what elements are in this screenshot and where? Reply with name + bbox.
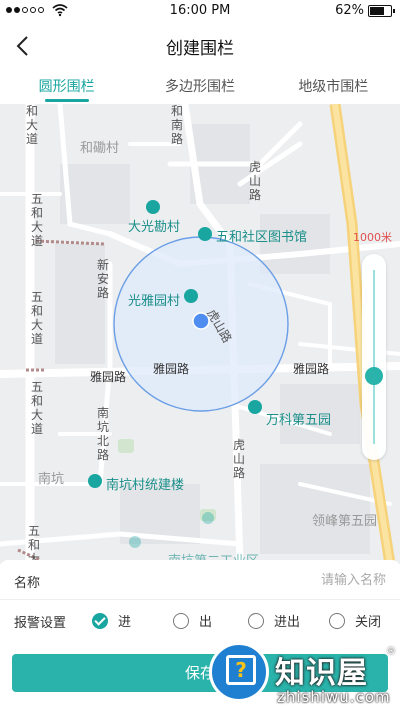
alarm-option-off-label: 关闭 — [355, 615, 382, 630]
alarm-option-off[interactable]: 关闭 — [329, 611, 381, 630]
battery-percent: 62% — [335, 3, 364, 18]
map-label-hushanlu-top: 虎山路 — [248, 160, 261, 202]
page-title: 创建围栏 — [166, 39, 234, 59]
map-label-wuhedadao-4: 五和大 — [27, 524, 40, 564]
map-scale-label: 1000米 — [353, 231, 392, 244]
name-row: 名称 — [0, 560, 400, 600]
map-label-hushanlu-bottom: 虎山路 — [232, 438, 245, 480]
map-label-guangya: 光雅园村 — [128, 294, 181, 309]
map-label-yayuanlu-left: 雅园路 — [90, 370, 127, 384]
alarm-row: 报警设置 进 出 进出 关闭 — [0, 600, 400, 642]
alarm-label: 报警设置 — [14, 616, 67, 631]
alarm-option-enter[interactable]: 进 — [92, 611, 131, 630]
map-label-yayuanlu-mid: 雅园路 — [153, 362, 190, 376]
watermark-reg: ® — [386, 646, 396, 657]
alarm-option-exit-label: 出 — [199, 615, 213, 630]
name-input[interactable] — [186, 568, 386, 592]
radio-checked-icon[interactable] — [92, 612, 108, 629]
alarm-option-exit[interactable]: 出 — [173, 611, 212, 630]
map-label-library: 五和社区图书馆 — [216, 230, 308, 245]
zoom-track — [373, 270, 375, 444]
map-canvas — [0, 104, 400, 564]
map-label-xinanlu: 新安路 — [96, 258, 109, 300]
alarm-option-enter-exit-label: 进出 — [274, 615, 301, 630]
watermark-logo: ? 知识屋 ® zhishiwu.com — [205, 640, 400, 711]
alarm-option-enter-exit[interactable]: 进出 — [248, 611, 300, 630]
radio-unchecked-icon[interactable] — [329, 612, 345, 629]
map-label-yayuanlu-right: 雅园路 — [293, 362, 330, 376]
tab-polygon-fence[interactable]: 多边形围栏 — [133, 70, 266, 104]
map-label-wuhedadao-2: 五和大道 — [30, 290, 43, 346]
radio-unchecked-icon[interactable] — [173, 612, 189, 629]
status-bar: 16:00 PM 62% — [0, 0, 400, 22]
map-label-nankengcun: 南坑村统建楼 — [106, 478, 185, 493]
battery-icon — [368, 5, 395, 17]
map-label-daguangkan: 大光勘村 — [128, 220, 181, 235]
name-label: 名称 — [14, 576, 41, 591]
map-label-wuhedadao-3: 五和大道 — [30, 380, 43, 436]
map-label-henanlu: 和南路 — [170, 104, 183, 146]
zoom-slider[interactable] — [362, 254, 386, 460]
tab-circle-fence[interactable]: 圆形围栏 — [0, 70, 133, 104]
tab-city-fence[interactable]: 地级市围栏 — [267, 70, 400, 104]
alarm-option-enter-label: 进 — [118, 615, 132, 630]
question-monitor-icon: ? — [209, 642, 269, 702]
watermark-en: zhishiwu.com — [277, 688, 391, 706]
map-label-nankeng: 南坑 — [38, 472, 65, 487]
zoom-handle[interactable] — [365, 367, 383, 385]
radio-unchecked-icon[interactable] — [248, 612, 264, 629]
map-label-hedadao-top: 和大道 — [25, 104, 38, 146]
fence-type-tabs: 圆形围栏 多边形围栏 地级市围栏 — [0, 70, 400, 104]
map-label-vanke: 万科第五园 — [266, 413, 332, 428]
nav-header: 创建围栏 — [0, 22, 400, 70]
map-label-helicun: 和磡村 — [80, 141, 120, 156]
map-label-wuhedadao-1: 五和大道 — [30, 192, 43, 248]
map-label-lingfeng: 领峰第五园 — [312, 514, 378, 529]
watermark-cn: 知识屋 — [275, 656, 368, 691]
map-view[interactable]: 和大道 和磡村 和南路 五和大道 五和大道 五和大道 五和大 虎山路 大光勘村 … — [0, 104, 400, 564]
map-label-nankengbei: 南坑北路 — [96, 406, 109, 462]
